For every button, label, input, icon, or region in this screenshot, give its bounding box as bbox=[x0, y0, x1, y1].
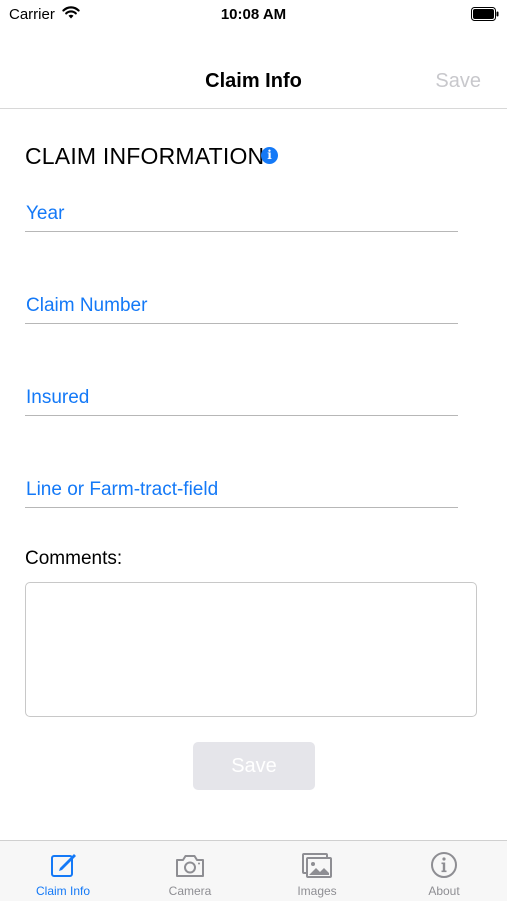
tab-images-label: Images bbox=[297, 884, 337, 898]
images-icon bbox=[302, 853, 332, 878]
edit-icon bbox=[51, 854, 76, 877]
status-bar: Carrier 10:08 AM bbox=[0, 0, 507, 30]
info-icon[interactable]: i bbox=[261, 147, 278, 164]
section-title: CLAIM INFORMATION bbox=[25, 143, 265, 169]
camera-icon bbox=[176, 855, 204, 877]
navigation-bar: Claim Info Save bbox=[0, 58, 507, 109]
tab-images[interactable]: Images bbox=[254, 841, 380, 901]
page-title: Claim Info bbox=[205, 70, 302, 92]
tab-about[interactable]: About bbox=[381, 841, 507, 901]
tab-claim-info-label: Claim Info bbox=[35, 884, 91, 898]
tab-camera[interactable]: Camera bbox=[127, 841, 253, 901]
year-field[interactable]: Year bbox=[25, 197, 458, 232]
claim-number-field-placeholder: Claim Number bbox=[26, 295, 148, 316]
tab-bar: Claim Info Camera Images About bbox=[0, 840, 507, 901]
comments-textarea[interactable] bbox=[25, 582, 477, 717]
comments-label: Comments: bbox=[25, 548, 123, 569]
line-farm-tract-field[interactable]: Line or Farm-tract-field bbox=[25, 473, 458, 508]
tab-claim-info[interactable]: Claim Info bbox=[0, 841, 126, 901]
info-circle-icon bbox=[431, 852, 457, 878]
tab-about-label: About bbox=[428, 884, 460, 898]
line-farm-tract-field-placeholder: Line or Farm-tract-field bbox=[26, 479, 219, 500]
claim-number-field[interactable]: Claim Number bbox=[25, 289, 458, 324]
insured-field[interactable]: Insured bbox=[25, 381, 458, 416]
save-button[interactable]: Save bbox=[193, 742, 315, 790]
battery-icon bbox=[471, 7, 499, 21]
year-field-placeholder: Year bbox=[26, 203, 65, 224]
nav-save-button[interactable]: Save bbox=[435, 70, 481, 93]
tab-camera-label: Camera bbox=[168, 884, 212, 898]
status-time: 10:08 AM bbox=[220, 6, 287, 23]
insured-field-placeholder: Insured bbox=[26, 387, 90, 408]
